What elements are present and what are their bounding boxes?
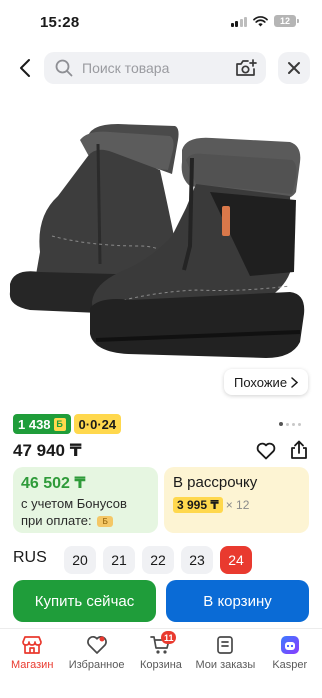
- bonus-coin-icon: Б: [97, 516, 114, 528]
- chevron-right-icon: [291, 376, 299, 388]
- tab-label: Магазин: [10, 659, 54, 671]
- gallery-pagination: [279, 422, 301, 426]
- size-option[interactable]: 20: [64, 546, 96, 574]
- battery-indicator: 12: [274, 15, 299, 27]
- size-option-selected[interactable]: 24: [220, 546, 252, 574]
- bonus-line-1: с учетом Бонусов: [21, 496, 127, 511]
- search-header: Поиск товара: [0, 50, 322, 86]
- installment-multiplier: × 12: [225, 498, 250, 512]
- size-option[interactable]: 23: [181, 546, 213, 574]
- bonus-text: с учетом Бонусов при оплате: Б: [21, 495, 150, 529]
- bonus-coin-icon: Б: [53, 417, 66, 431]
- product-price: 47 940 ₸: [13, 441, 82, 460]
- kasper-icon: [278, 634, 302, 656]
- tab-favorites[interactable]: Избранное: [66, 634, 128, 698]
- bonus-price-card[interactable]: 46 502 ₸ с учетом Бонусов при оплате: Б: [13, 467, 158, 533]
- installment-card[interactable]: В рассрочку 3 995 ₸ × 12: [164, 467, 309, 533]
- installment-row: 3 995 ₸ × 12: [173, 497, 300, 513]
- favorite-button[interactable]: [255, 441, 277, 461]
- price-badges: 1 438 Б 0·0·24: [13, 414, 122, 434]
- similar-label: Похожие: [234, 374, 288, 390]
- cart-count-badge: 11: [160, 631, 177, 644]
- tab-store[interactable]: Магазин: [1, 634, 63, 698]
- tab-kasper[interactable]: Kasper: [259, 634, 321, 698]
- share-button[interactable]: [288, 439, 310, 461]
- installment-price: 3 995 ₸: [173, 497, 223, 513]
- heart-icon: [256, 442, 276, 460]
- size-selector: 20 21 22 23 24: [64, 546, 252, 574]
- product-image[interactable]: [0, 96, 322, 396]
- bonus-badge: 1 438 Б: [13, 414, 71, 434]
- status-bar: 15:28 12: [0, 0, 322, 44]
- signal-icon: [230, 16, 247, 27]
- installment-title: В рассрочку: [173, 474, 258, 491]
- search-placeholder: Поиск товара: [82, 60, 170, 76]
- size-system-label: RUS: [13, 549, 47, 566]
- search-icon: [54, 58, 74, 78]
- bonus-badge-value: 1 438: [18, 416, 51, 432]
- tab-cart[interactable]: 11 Корзина: [130, 631, 192, 698]
- heart-icon: [85, 634, 109, 656]
- size-option[interactable]: 21: [103, 546, 135, 574]
- camera-search-icon[interactable]: [234, 56, 258, 80]
- search-input[interactable]: Поиск товара: [44, 52, 266, 84]
- installment-badge: 0·0·24: [73, 414, 122, 434]
- tab-label: Мои заказы: [195, 659, 256, 671]
- size-option[interactable]: 22: [142, 546, 174, 574]
- tab-label: Избранное: [68, 659, 125, 671]
- bottom-tab-bar: Магазин Избранное 11 Корзина Мои заказы …: [0, 628, 322, 698]
- tab-label: Корзина: [140, 659, 182, 671]
- close-button[interactable]: [278, 52, 310, 84]
- close-icon: [288, 62, 300, 74]
- bonus-line-2: при оплате: Б: [21, 512, 150, 529]
- similar-button[interactable]: Похожие: [224, 369, 309, 395]
- store-icon: [20, 634, 44, 656]
- cart-icon: 11: [149, 631, 177, 656]
- status-icons: 12: [230, 15, 299, 27]
- orders-icon: [213, 634, 237, 656]
- tab-orders[interactable]: Мои заказы: [194, 634, 256, 698]
- share-icon: [291, 440, 307, 459]
- status-time: 15:28: [40, 14, 80, 31]
- bonus-price: 46 502 ₸: [21, 475, 86, 492]
- buy-now-button[interactable]: Купить сейчас: [13, 580, 156, 622]
- chevron-left-icon: [20, 59, 30, 77]
- add-to-cart-button[interactable]: В корзину: [166, 580, 309, 622]
- wifi-icon: [253, 15, 268, 26]
- tab-label: Kasper: [272, 659, 308, 671]
- back-button[interactable]: [12, 54, 38, 82]
